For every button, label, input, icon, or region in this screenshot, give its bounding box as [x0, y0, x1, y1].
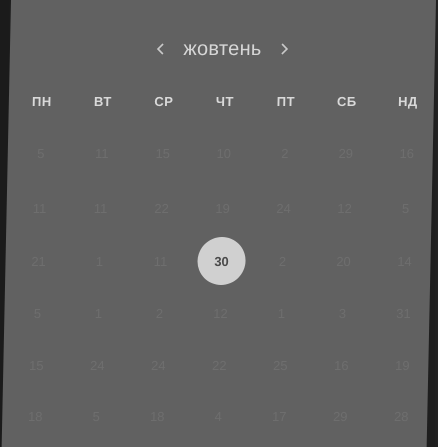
day-cell[interactable]: 14 [379, 236, 430, 286]
day-cell[interactable]: 2 [259, 128, 310, 178]
day-cell[interactable]: 15 [11, 340, 62, 390]
day-cell[interactable]: 17 [254, 391, 305, 441]
day-cell[interactable]: 5 [12, 288, 63, 338]
day-cell[interactable]: 20 [318, 236, 369, 286]
day-cell[interactable]: 5 [15, 128, 66, 178]
day-cell[interactable]: 21 [13, 236, 64, 286]
day-cell[interactable]: 24 [258, 183, 309, 233]
day-cell[interactable]: 29 [315, 391, 366, 441]
day-cell[interactable]: 19 [377, 340, 428, 390]
day-grid: 5 11 15 10 2 29 16 11 11 22 19 24 12 5 21 1 11 30 2 20 14 5 1 2… [2, 0, 436, 447]
day-cell[interactable]: 22 [136, 183, 187, 233]
day-cell[interactable]: 12 [195, 288, 246, 338]
day-cell[interactable]: 11 [14, 183, 65, 233]
calendar-panel: жовтень ПН ВТ СР ЧТ ПТ СБ НД 5 11 15 10 2 29 16 11 11 2… [1, 0, 436, 447]
day-cell[interactable]: 16 [316, 340, 367, 390]
day-cell[interactable]: 2 [257, 236, 308, 286]
day-cell[interactable]: 15 [137, 128, 188, 178]
day-cell[interactable]: 1 [73, 288, 124, 338]
day-cell[interactable]: 25 [255, 340, 306, 390]
day-cell[interactable]: 5 [71, 391, 122, 441]
day-cell[interactable]: 11 [75, 183, 126, 233]
day-cell[interactable]: 3 [317, 288, 368, 338]
day-cell[interactable]: 24 [72, 340, 123, 390]
day-cell[interactable]: 22 [194, 340, 245, 390]
day-cell[interactable]: 2 [134, 288, 185, 338]
day-cell[interactable]: 5 [380, 183, 431, 233]
day-cell[interactable]: 31 [378, 288, 429, 338]
day-cell[interactable]: 1 [256, 288, 307, 338]
day-cell[interactable]: 19 [197, 183, 248, 233]
day-cell[interactable]: 10 [198, 128, 249, 178]
day-cell[interactable]: 11 [135, 236, 186, 286]
day-cell[interactable]: 11 [76, 128, 127, 178]
day-cell[interactable]: 1 [74, 236, 125, 286]
day-cell[interactable]: 24 [133, 340, 184, 390]
day-cell[interactable]: 4 [193, 391, 244, 441]
selected-day-cell[interactable]: 30 [197, 237, 247, 285]
day-cell[interactable]: 12 [319, 183, 370, 233]
day-cell[interactable]: 28 [376, 391, 427, 441]
day-cell[interactable]: 18 [132, 391, 183, 441]
day-cell[interactable]: 18 [10, 391, 61, 441]
day-cell[interactable]: 29 [320, 128, 371, 178]
day-cell[interactable]: 16 [381, 128, 432, 178]
